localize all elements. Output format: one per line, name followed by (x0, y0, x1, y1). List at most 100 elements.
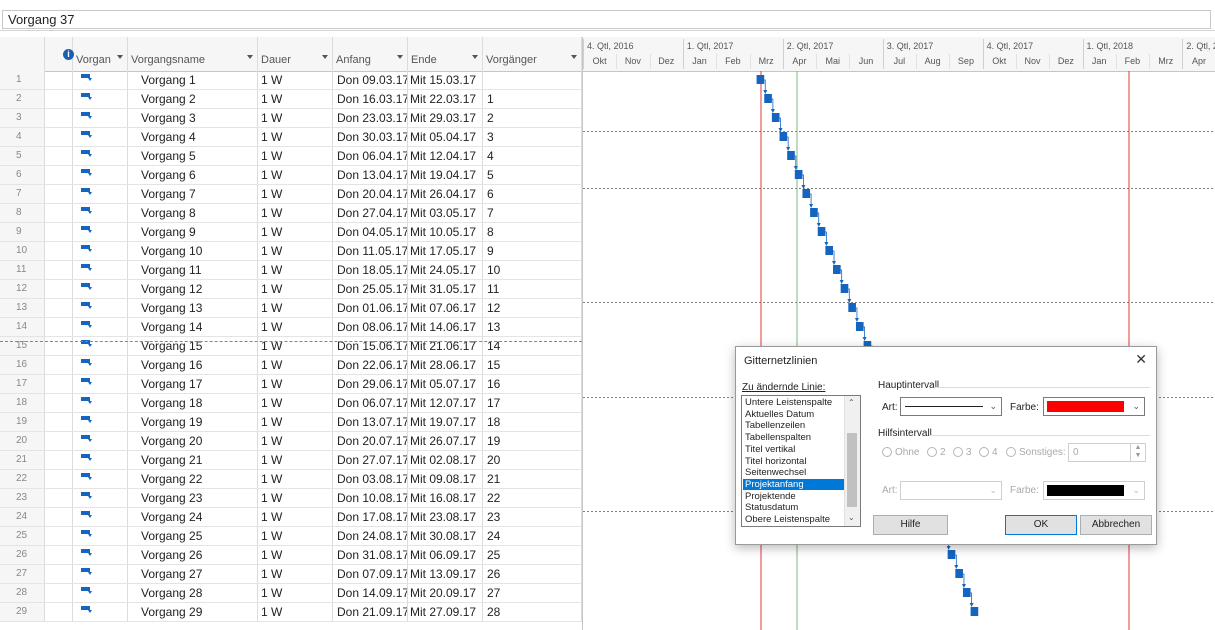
task-mode-cell[interactable] (73, 546, 128, 564)
end-cell[interactable]: Mit 31.05.17 (408, 280, 483, 298)
task-mode-cell[interactable] (73, 470, 128, 488)
scroll-up-icon[interactable]: ⌃ (848, 398, 855, 407)
start-cell[interactable]: Don 22.06.17 (333, 356, 408, 374)
predecessors-cell[interactable]: 14 (483, 337, 582, 355)
radio-3[interactable] (953, 447, 963, 457)
chevron-down-icon[interactable] (247, 55, 253, 59)
row-number[interactable]: 3 (0, 109, 45, 127)
indicator-cell[interactable] (45, 470, 73, 488)
minor-color-select[interactable]: ⌄ (1043, 481, 1145, 500)
start-cell[interactable]: Don 20.04.17 (333, 185, 408, 203)
task-name-cell[interactable]: Vorgang 29 (128, 603, 258, 621)
task-mode-cell[interactable] (73, 584, 128, 602)
predecessors-cell[interactable]: 2 (483, 109, 582, 127)
task-mode-cell[interactable] (73, 356, 128, 374)
start-cell[interactable]: Don 01.06.17 (333, 299, 408, 317)
row-number[interactable]: 5 (0, 147, 45, 165)
table-row[interactable]: 17 Vorgang 17 1 W Don 29.06.17 Mit 05.07.17 1… (0, 375, 582, 394)
task-name-cell[interactable]: Vorgang 9 (128, 223, 258, 241)
table-row[interactable]: 23 Vorgang 23 1 W Don 10.08.17 Mit 16.08.17 2… (0, 489, 582, 508)
duration-cell[interactable]: 1 W (258, 318, 333, 336)
task-name-cell[interactable]: Vorgang 15 (128, 337, 258, 355)
start-cell[interactable]: Don 27.07.17 (333, 451, 408, 469)
start-cell[interactable]: Don 20.07.17 (333, 432, 408, 450)
task-name-cell[interactable]: Vorgang 20 (128, 432, 258, 450)
task-name-cell[interactable]: Vorgang 6 (128, 166, 258, 184)
row-number[interactable]: 25 (0, 527, 45, 545)
task-name-cell[interactable]: Vorgang 13 (128, 299, 258, 317)
task-name-cell[interactable]: Vorgang 25 (128, 527, 258, 545)
start-cell[interactable]: Don 04.05.17 (333, 223, 408, 241)
start-cell[interactable]: Don 30.03.17 (333, 128, 408, 146)
scroll-down-icon[interactable]: ⌄ (848, 513, 855, 522)
end-cell[interactable]: Mit 07.06.17 (408, 299, 483, 317)
task-name-cell[interactable]: Vorgang 21 (128, 451, 258, 469)
ok-button[interactable]: OK (1005, 515, 1077, 535)
listbox-scrollbar[interactable]: ⌃ ⌄ (844, 396, 860, 526)
start-cell[interactable]: Don 13.04.17 (333, 166, 408, 184)
table-row[interactable]: 19 Vorgang 19 1 W Don 13.07.17 Mit 19.07.17 1… (0, 413, 582, 432)
chevron-down-icon[interactable] (117, 55, 123, 59)
predecessors-header[interactable]: Vorgänger (483, 37, 582, 71)
start-cell[interactable]: Don 29.06.17 (333, 375, 408, 393)
row-number[interactable]: 1 (0, 71, 45, 89)
table-row[interactable]: 22 Vorgang 22 1 W Don 03.08.17 Mit 09.08.17 2… (0, 470, 582, 489)
start-cell[interactable]: Don 11.05.17 (333, 242, 408, 260)
end-cell[interactable]: Mit 05.04.17 (408, 128, 483, 146)
start-cell[interactable]: Don 03.08.17 (333, 470, 408, 488)
duration-cell[interactable]: 1 W (258, 204, 333, 222)
task-name-cell[interactable]: Vorgang 3 (128, 109, 258, 127)
predecessors-cell[interactable]: 5 (483, 166, 582, 184)
task-name-cell[interactable]: Vorgang 11 (128, 261, 258, 279)
task-mode-header[interactable]: Vorgan (73, 37, 128, 71)
task-mode-cell[interactable] (73, 508, 128, 526)
indicator-cell[interactable] (45, 147, 73, 165)
end-cell[interactable]: Mit 15.03.17 (408, 71, 483, 89)
predecessors-cell[interactable]: 13 (483, 318, 582, 336)
duration-cell[interactable]: 1 W (258, 337, 333, 355)
list-item[interactable]: Tabellenspalten (743, 432, 846, 443)
end-cell[interactable]: Mit 20.09.17 (408, 584, 483, 602)
end-cell[interactable]: Mit 26.04.17 (408, 185, 483, 203)
row-number[interactable]: 29 (0, 603, 45, 621)
indicator-cell[interactable] (45, 318, 73, 336)
list-item[interactable]: Projektende (743, 491, 846, 502)
predecessors-cell[interactable]: 6 (483, 185, 582, 203)
indicator-cell[interactable] (45, 71, 73, 89)
predecessors-cell[interactable]: 19 (483, 432, 582, 450)
cancel-button[interactable]: Abbrechen (1080, 515, 1152, 535)
start-header[interactable]: Anfang (333, 37, 408, 71)
task-mode-cell[interactable] (73, 280, 128, 298)
predecessors-cell[interactable]: 1 (483, 90, 582, 108)
task-name-cell[interactable]: Vorgang 7 (128, 185, 258, 203)
task-name-cell[interactable]: Vorgang 4 (128, 128, 258, 146)
table-row[interactable]: 6 Vorgang 61 W Don 13.04.17 Mit 19.04.17 5 (0, 166, 582, 185)
table-row[interactable]: 12 Vorgang 12 1 W Don 25.05.17 Mit 31.05.17 1… (0, 280, 582, 299)
predecessors-cell[interactable]: 8 (483, 223, 582, 241)
duration-cell[interactable]: 1 W (258, 356, 333, 374)
indicator-cell[interactable] (45, 90, 73, 108)
indicator-cell[interactable] (45, 337, 73, 355)
duration-cell[interactable]: 1 W (258, 603, 333, 621)
duration-cell[interactable]: 1 W (258, 299, 333, 317)
task-mode-cell[interactable] (73, 128, 128, 146)
task-name-cell[interactable]: Vorgang 23 (128, 489, 258, 507)
row-number[interactable]: 10 (0, 242, 45, 260)
indicator-cell[interactable] (45, 261, 73, 279)
row-number[interactable]: 16 (0, 356, 45, 374)
indicator-cell[interactable] (45, 432, 73, 450)
indicator-cell[interactable] (45, 565, 73, 583)
task-mode-cell[interactable] (73, 204, 128, 222)
start-cell[interactable]: Don 06.07.17 (333, 394, 408, 412)
row-number[interactable]: 9 (0, 223, 45, 241)
task-name-cell[interactable]: Vorgang 8 (128, 204, 258, 222)
major-line-type-select[interactable]: ⌄ (900, 397, 1002, 416)
start-cell[interactable]: Don 21.09.17 (333, 603, 408, 621)
table-row[interactable]: 1 Vorgang 11 W Don 09.03.17 Mit 15.03.17 (0, 71, 582, 90)
end-cell[interactable]: Mit 19.07.17 (408, 413, 483, 431)
start-cell[interactable]: Don 17.08.17 (333, 508, 408, 526)
other-interval-spinner[interactable]: 0 ▲ ▼ (1068, 443, 1146, 462)
table-row[interactable]: 20 Vorgang 20 1 W Don 20.07.17 Mit 26.07.17 1… (0, 432, 582, 451)
task-mode-cell[interactable] (73, 223, 128, 241)
predecessors-cell[interactable]: 7 (483, 204, 582, 222)
